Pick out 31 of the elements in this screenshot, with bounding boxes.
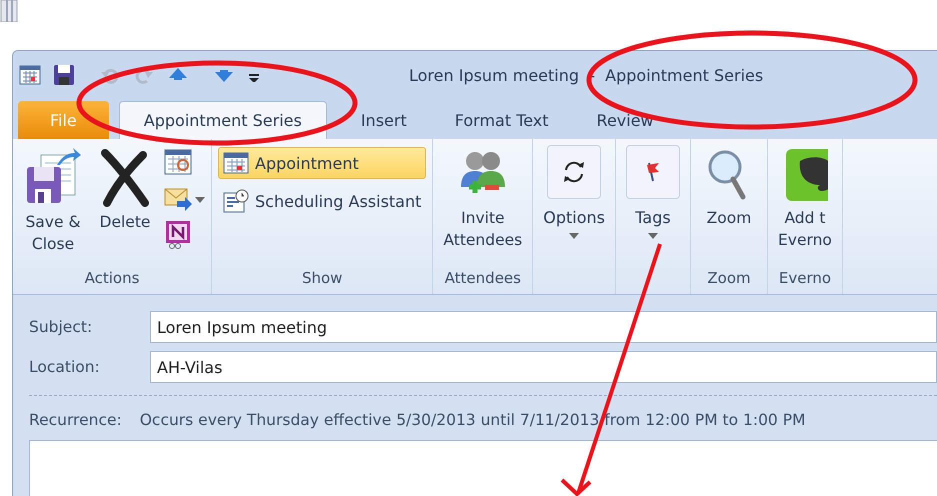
input-field[interactable]: AH-Vilas (150, 351, 937, 383)
field-label: Subject: (29, 318, 94, 336)
ribbon-button[interactable]: Scheduling Assistant (218, 185, 426, 217)
group-label: Zoom (706, 268, 752, 289)
input-field[interactable]: Loren Ipsum meeting (150, 311, 937, 343)
ribbon-button[interactable]: Appointment (218, 147, 426, 179)
field-label: Recurrence: (29, 411, 122, 429)
ribbon-tab[interactable]: Insert (336, 101, 431, 139)
ribbon-tab[interactable]: Appointment Series (118, 101, 327, 139)
notebook-icon (163, 219, 193, 249)
window-edge (0, 0, 18, 22)
group-label: Attendees (444, 268, 522, 289)
schedule-clock-icon (223, 188, 249, 214)
recurrence-text: Occurs every Thursday effective 5/30/2013 until 7/11/2013 from 12:00 PM to 1:00 PM (140, 411, 806, 429)
calendar-icon (163, 147, 193, 177)
ribbon-tab[interactable]: Review (572, 101, 678, 139)
calendar-icon[interactable] (19, 64, 41, 86)
ribbon-button[interactable]: Delete (91, 145, 159, 266)
ribbon-button[interactable]: Tags (622, 145, 684, 266)
ribbon-button[interactable]: Invite Attendees (439, 145, 526, 266)
flag-icon (646, 162, 660, 182)
field-label: Location: (29, 358, 101, 376)
calendar-icon (223, 150, 249, 176)
group-label: Everno (778, 268, 832, 289)
ribbon-button[interactable]: Save & Close (19, 145, 87, 266)
ribbon-button[interactable]: Options (539, 145, 609, 266)
group-label: Show (300, 268, 344, 289)
ribbon-tab[interactable]: Format Text (430, 101, 573, 139)
ribbon-button[interactable]: Add t Everno (774, 145, 836, 266)
ribbon-button[interactable]: Zoom (696, 145, 761, 266)
group-label: Actions (84, 268, 140, 289)
